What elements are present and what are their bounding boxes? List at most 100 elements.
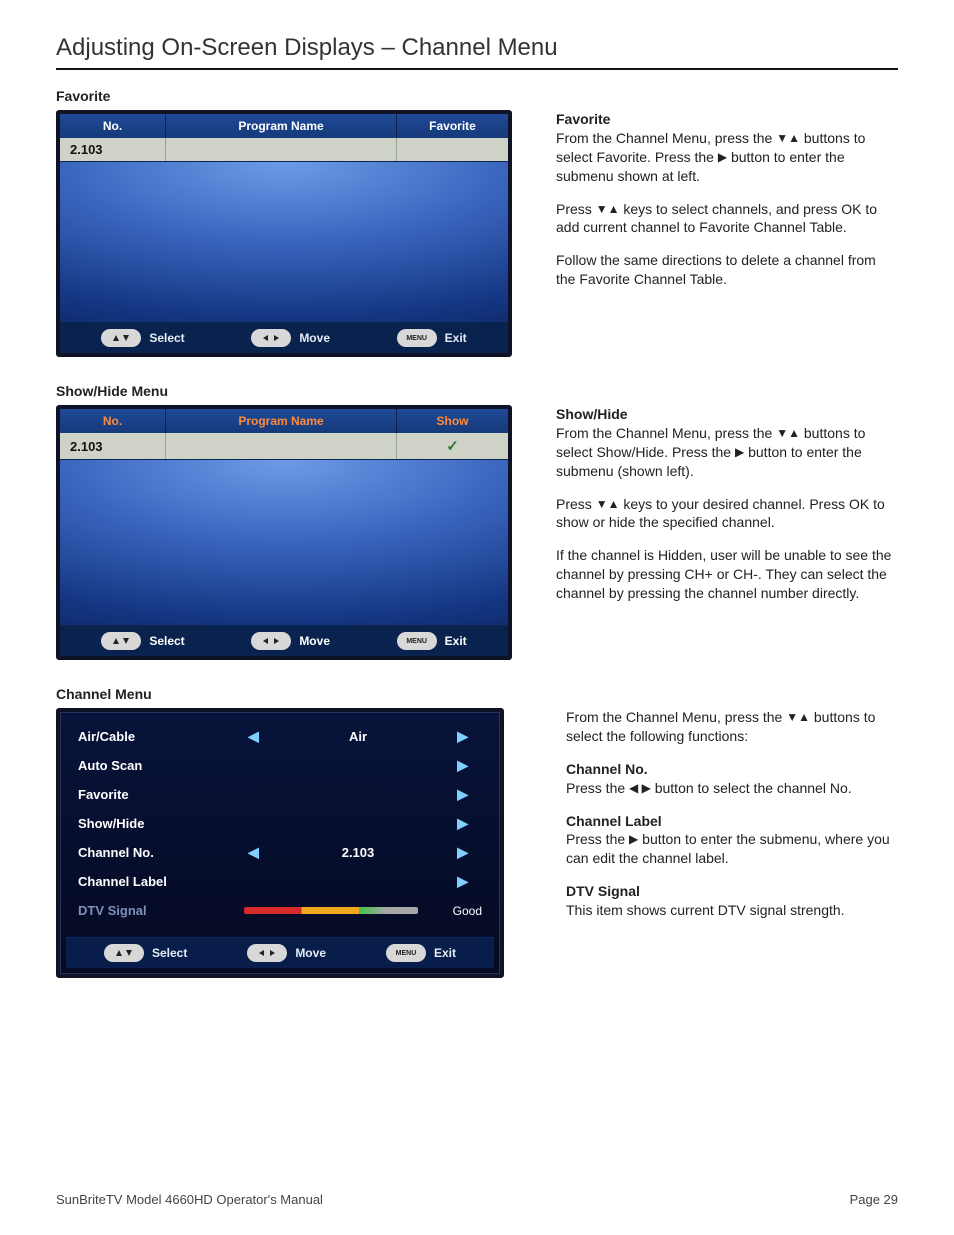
leftright-key-icon: [247, 944, 287, 962]
foot-move-label: Move: [299, 634, 330, 648]
foot-exit-label: Exit: [445, 634, 467, 648]
showhide-row-flag: ✓: [397, 433, 509, 459]
setting-label: DTV Signal: [78, 903, 228, 918]
foot-move[interactable]: Move: [251, 329, 330, 347]
favorite-heading: Favorite: [56, 88, 898, 104]
setting-label: Channel Label: [78, 874, 228, 889]
favorite-th-name: Program Name: [166, 114, 397, 138]
channel-no-a: Press the: [566, 780, 629, 796]
right-icon: ▶: [718, 150, 727, 164]
channelmenu-desc-p1a: From the Channel Menu, press the: [566, 709, 786, 725]
foot-select[interactable]: Select: [101, 329, 184, 347]
foot-select[interactable]: Select: [101, 632, 184, 650]
footer-right: Page 29: [850, 1192, 898, 1207]
foot-move[interactable]: Move: [247, 944, 326, 962]
left-right-icon: ◀ ▶: [629, 781, 651, 795]
favorite-desc-title: Favorite: [556, 111, 610, 127]
channelmenu-heading: Channel Menu: [56, 686, 898, 702]
foot-select-label: Select: [149, 331, 184, 345]
favorite-row-name: [166, 138, 397, 161]
foot-select[interactable]: Select: [104, 944, 187, 962]
favorite-desc-p3: Follow the same directions to delete a c…: [556, 251, 898, 289]
down-up-icon: ▼▲: [776, 426, 800, 440]
favorite-row-no: 2.103: [60, 138, 166, 161]
showhide-heading: Show/Hide Menu: [56, 383, 898, 399]
favorite-row-flag: [397, 138, 509, 161]
leftright-key-icon: [251, 632, 291, 650]
arrow-right-icon[interactable]: ▶: [457, 815, 468, 832]
signal-status-label: Good: [434, 904, 482, 918]
foot-select-label: Select: [152, 946, 187, 960]
showhide-osd-footbar: Select Move MENU Exit: [60, 625, 508, 656]
foot-move-label: Move: [295, 946, 326, 960]
favorite-osd-footbar: Select Move MENU Exit: [60, 322, 508, 353]
arrow-right-icon[interactable]: ▶: [457, 873, 468, 890]
foot-move-label: Move: [299, 331, 330, 345]
setting-label: Favorite: [78, 787, 228, 802]
down-up-icon: ▼▲: [776, 131, 800, 145]
favorite-table-header: No. Program Name Favorite: [60, 114, 508, 138]
showhide-desc-p1a: From the Channel Menu, press the: [556, 425, 776, 441]
setting-row-air-cable[interactable]: Air/Cable ◀ Air ▶: [74, 722, 486, 751]
showhide-table-row[interactable]: 2.103 ✓: [60, 433, 508, 459]
arrow-right-icon[interactable]: ▶: [457, 844, 468, 861]
setting-value-text: Air: [349, 729, 367, 744]
favorite-osd-body: [60, 161, 508, 322]
showhide-th-name: Program Name: [166, 409, 397, 433]
title-divider: [56, 68, 898, 70]
channel-label-title: Channel Label: [566, 813, 662, 829]
showhide-row-name: [166, 433, 397, 459]
arrow-left-icon[interactable]: ◀: [248, 728, 259, 745]
showhide-desc-p3: If the channel is Hidden, user will be u…: [556, 546, 898, 603]
menu-key-icon: MENU: [397, 329, 437, 347]
footer-left: SunBriteTV Model 4660HD Operator's Manua…: [56, 1192, 323, 1207]
setting-label: Channel No.: [78, 845, 228, 860]
showhide-th-flag: Show: [397, 409, 509, 433]
favorite-desc-p1a: From the Channel Menu, press the: [556, 130, 776, 146]
favorite-th-no: No.: [60, 114, 166, 138]
setting-value-text: 2.103: [342, 845, 375, 860]
setting-label: Air/Cable: [78, 729, 228, 744]
arrow-left-icon[interactable]: ◀: [248, 844, 259, 861]
showhide-row-no: 2.103: [60, 433, 166, 459]
leftright-key-icon: [251, 329, 291, 347]
favorite-table-row[interactable]: 2.103: [60, 138, 508, 161]
showhide-osd-panel: No. Program Name Show 2.103 ✓: [56, 405, 512, 660]
menu-key-icon: MENU: [397, 632, 437, 650]
setting-row-channel-no-[interactable]: Channel No. ◀ 2.103 ▶: [74, 838, 486, 867]
setting-row-channel-label[interactable]: Channel Label ▶: [74, 867, 486, 896]
showhide-osd-body: [60, 459, 508, 625]
foot-exit-label: Exit: [434, 946, 456, 960]
down-up-icon: ▼▲: [596, 202, 620, 216]
showhide-table-header: No. Program Name Show: [60, 409, 508, 433]
foot-exit[interactable]: MENU Exit: [386, 944, 456, 962]
foot-exit[interactable]: MENU Exit: [397, 329, 467, 347]
setting-row-favorite[interactable]: Favorite ▶: [74, 780, 486, 809]
setting-row-dtv-signal: DTV Signal Good: [74, 896, 486, 925]
foot-exit-label: Exit: [445, 331, 467, 345]
setting-label: Show/Hide: [78, 816, 228, 831]
arrow-right-icon[interactable]: ▶: [457, 786, 468, 803]
foot-select-label: Select: [149, 634, 184, 648]
setting-row-auto-scan[interactable]: Auto Scan ▶: [74, 751, 486, 780]
channel-no-b: button to select the channel No.: [651, 780, 852, 796]
showhide-th-no: No.: [60, 409, 166, 433]
arrow-right-icon[interactable]: ▶: [457, 757, 468, 774]
setting-value: ◀ 2.103 ▶: [234, 845, 482, 860]
favorite-desc-p2a: Press: [556, 201, 596, 217]
arrow-right-icon[interactable]: ▶: [457, 728, 468, 745]
dtv-signal-text: This item shows current DTV signal stren…: [566, 902, 845, 918]
page-title: Adjusting On-Screen Displays – Channel M…: [56, 34, 898, 62]
foot-move[interactable]: Move: [251, 632, 330, 650]
down-up-icon: ▼▲: [596, 497, 620, 511]
favorite-th-flag: Favorite: [397, 114, 509, 138]
check-icon: ✓: [446, 438, 459, 455]
right-icon: ▶: [629, 832, 638, 846]
foot-exit[interactable]: MENU Exit: [397, 632, 467, 650]
setting-label: Auto Scan: [78, 758, 228, 773]
setting-row-show-hide[interactable]: Show/Hide ▶: [74, 809, 486, 838]
right-icon: ▶: [735, 445, 744, 459]
channelmenu-osd-footbar: Select Move MENU Exit: [66, 937, 494, 968]
down-up-icon: ▼▲: [786, 710, 810, 724]
menu-key-icon: MENU: [386, 944, 426, 962]
